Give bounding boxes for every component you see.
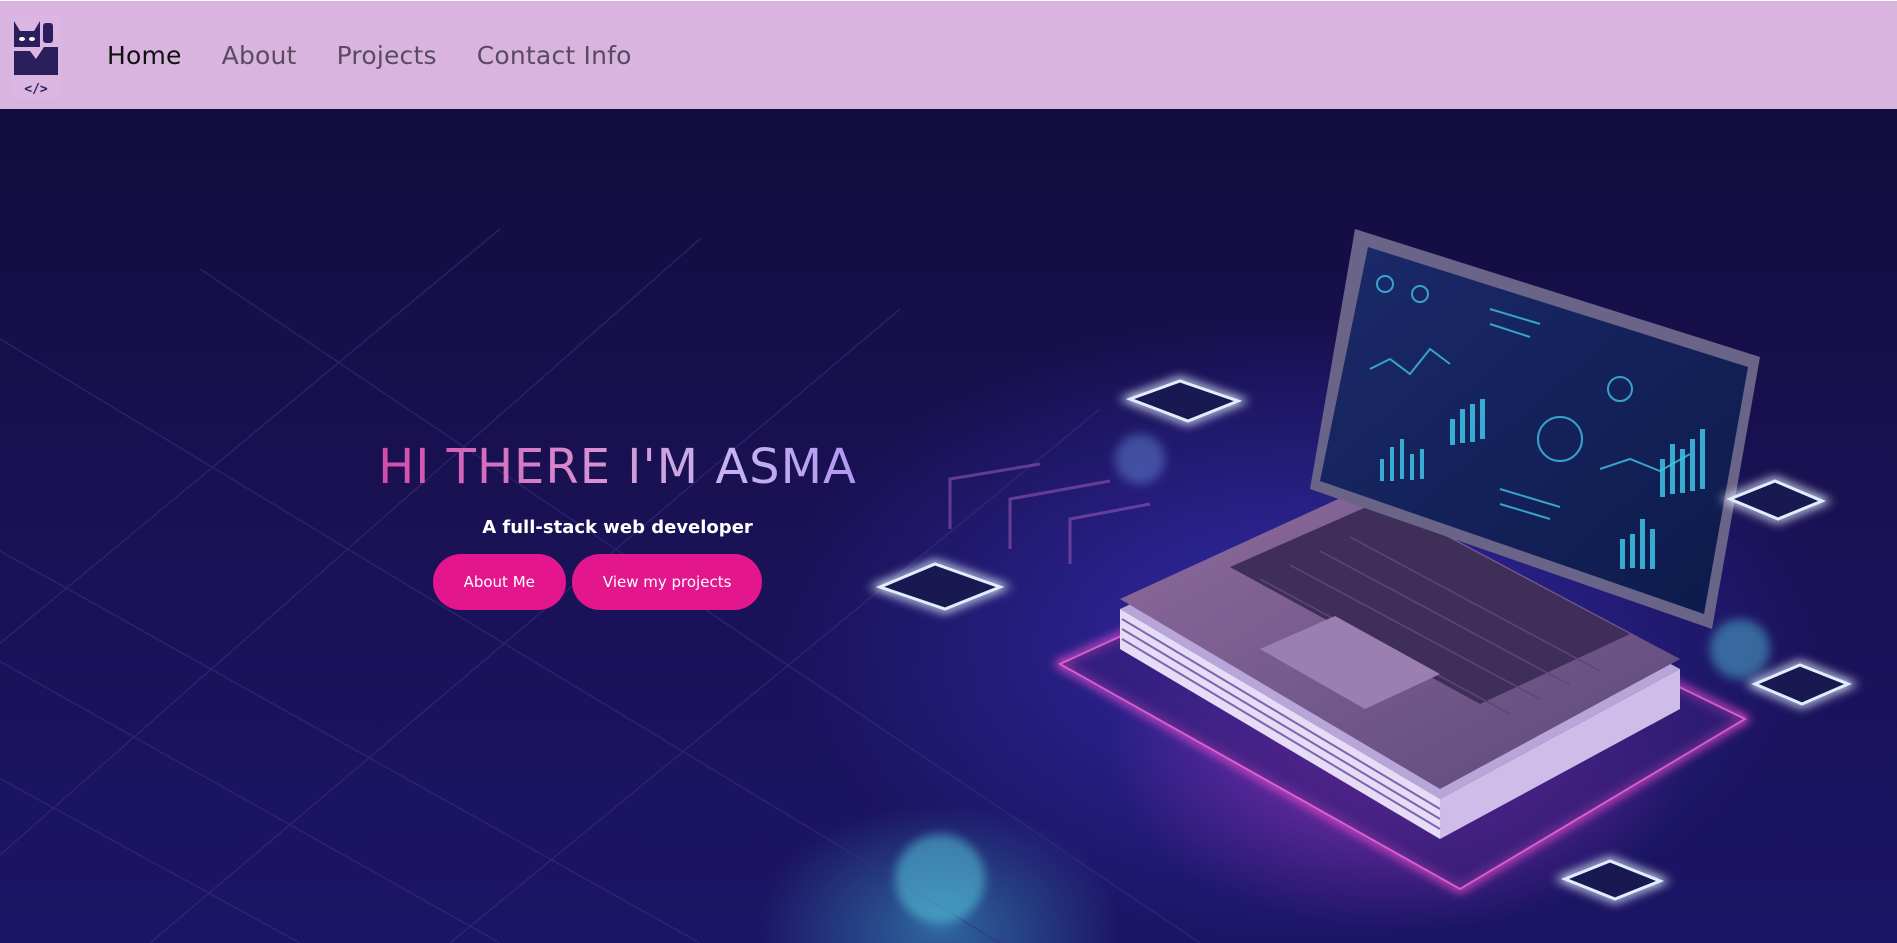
nav-link-about[interactable]: About — [222, 41, 297, 70]
nav-link-projects[interactable]: Projects — [337, 41, 437, 70]
hero-content: HI THERE I'M ASMA A full-stack web devel… — [330, 439, 905, 610]
about-me-button[interactable]: About Me — [432, 554, 566, 610]
hero-section: HI THERE I'M ASMA A full-stack web devel… — [0, 109, 1897, 943]
nav-link-contact-info[interactable]: Contact Info — [477, 41, 632, 70]
view-projects-button[interactable]: View my projects — [571, 554, 763, 610]
laptop-illustration — [0, 228, 1859, 943]
navbar: </> Home About Projects Contact Info — [0, 1, 1897, 109]
nav-menu: Home About Projects Contact Info — [107, 1, 632, 109]
nav-link-home[interactable]: Home — [107, 41, 182, 70]
hero-subtitle: A full-stack web developer — [482, 517, 753, 538]
cat-logo-icon[interactable]: </> — [10, 15, 62, 99]
hero-buttons: About Me View my projects — [330, 554, 905, 610]
svg-text:</>: </> — [24, 82, 48, 97]
hero-title: HI THERE I'M ASMA — [330, 439, 905, 495]
